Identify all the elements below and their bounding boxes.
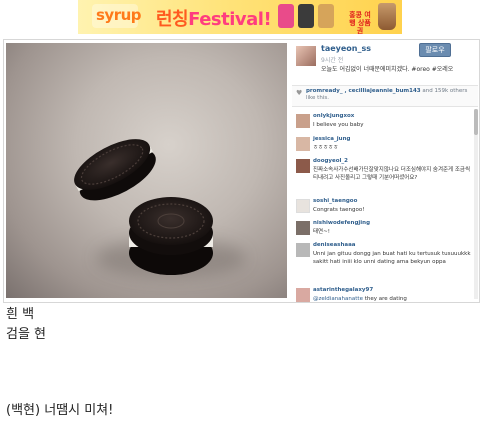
comment-avatar[interactable]: [296, 243, 310, 257]
post-caption: 오늘도 어김없이 너때문에미치겠다. #oreo #오레오: [321, 66, 454, 73]
follow-button[interactable]: 팔로우: [419, 43, 451, 57]
comment-text: ㅎㅎㅎㅎㅎ: [313, 145, 339, 151]
ad-title-sub: Festival!: [188, 9, 272, 30]
comment-text: Congrats taengoo!: [313, 207, 365, 213]
ad-coffee-image: [378, 3, 396, 30]
comment-text: I believe you baby: [313, 122, 364, 128]
post-photo[interactable]: [6, 43, 287, 298]
comment-avatar[interactable]: [296, 199, 310, 213]
text-line-1: 흰 백: [6, 307, 35, 322]
comment-text: 진짜소속사가수선배가딘잘맞지않나요 더조심해야지 숨겨준게 조금씩 티내려고 사…: [313, 167, 471, 181]
comment-avatar[interactable]: [296, 288, 310, 302]
instagram-post: taeyeon_ss 9시간 전 오늘도 어김없이 너때문에미치겠다. #ore…: [3, 39, 480, 303]
ad-badge: 홍콩 여행 상품권: [349, 11, 371, 34]
comment-avatar[interactable]: [296, 221, 310, 235]
comment-text: @zeldianahanatte they are dating: [313, 295, 471, 303]
comment-avatar[interactable]: [296, 114, 310, 128]
comment-text: 태연~!: [313, 229, 330, 235]
oreo-cookies-image: [74, 139, 213, 275]
ad-title: 런칭Festival!: [156, 5, 272, 31]
likes-users[interactable]: promready_ , cecilliajeannie_bum143: [306, 88, 421, 94]
comment-username[interactable]: doogyeol_2: [313, 158, 348, 164]
comment-username[interactable]: nishiwodefengjing: [313, 220, 370, 226]
ad-product-image: [318, 4, 334, 28]
comment-avatar[interactable]: [296, 159, 310, 173]
avatar[interactable]: [296, 46, 316, 66]
ad-product-image: [278, 4, 294, 28]
comment-mention[interactable]: @zeldianahanatte: [313, 296, 363, 302]
likes-bar: ♥ promready_ , cecilliajeannie_bum143 an…: [292, 85, 478, 107]
likes-text: promready_ , cecilliajeannie_bum143 and …: [306, 88, 474, 102]
comments-scrollbar[interactable]: [474, 109, 478, 299]
heart-icon[interactable]: ♥: [296, 89, 302, 97]
scrollbar-thumb[interactable]: [474, 109, 478, 135]
ad-title-main: 런칭: [156, 9, 189, 30]
comment-text: Unni jan gituu dongg jan buat hati ku te…: [313, 251, 471, 265]
ad-product-image: [298, 4, 314, 28]
post-time: 9시간 전: [321, 57, 344, 64]
comment-username[interactable]: soshi_taengoo: [313, 198, 357, 204]
text-line-2: 검을 현: [6, 327, 47, 342]
comment-username[interactable]: jessica_jung: [313, 136, 350, 142]
ad-banner[interactable]: syrup 런칭Festival! 홍콩 여행 상품권: [78, 0, 402, 34]
post-username[interactable]: taeyeon_ss: [321, 44, 371, 53]
comment-text-body: they are dating: [364, 296, 407, 302]
text-line-3: (백현) 너땜시 미쳐!: [6, 403, 114, 418]
ad-brand: syrup: [96, 6, 142, 24]
post-sidebar: taeyeon_ss 9시간 전 오늘도 어김없이 너때문에미치겠다. #ore…: [292, 40, 479, 302]
comment-username[interactable]: onlykjungxox: [313, 113, 354, 119]
comment-username[interactable]: deniseashaaa: [313, 242, 356, 248]
comment-avatar[interactable]: [296, 137, 310, 151]
comment-username[interactable]: astarinthegalaxy97: [313, 287, 373, 293]
